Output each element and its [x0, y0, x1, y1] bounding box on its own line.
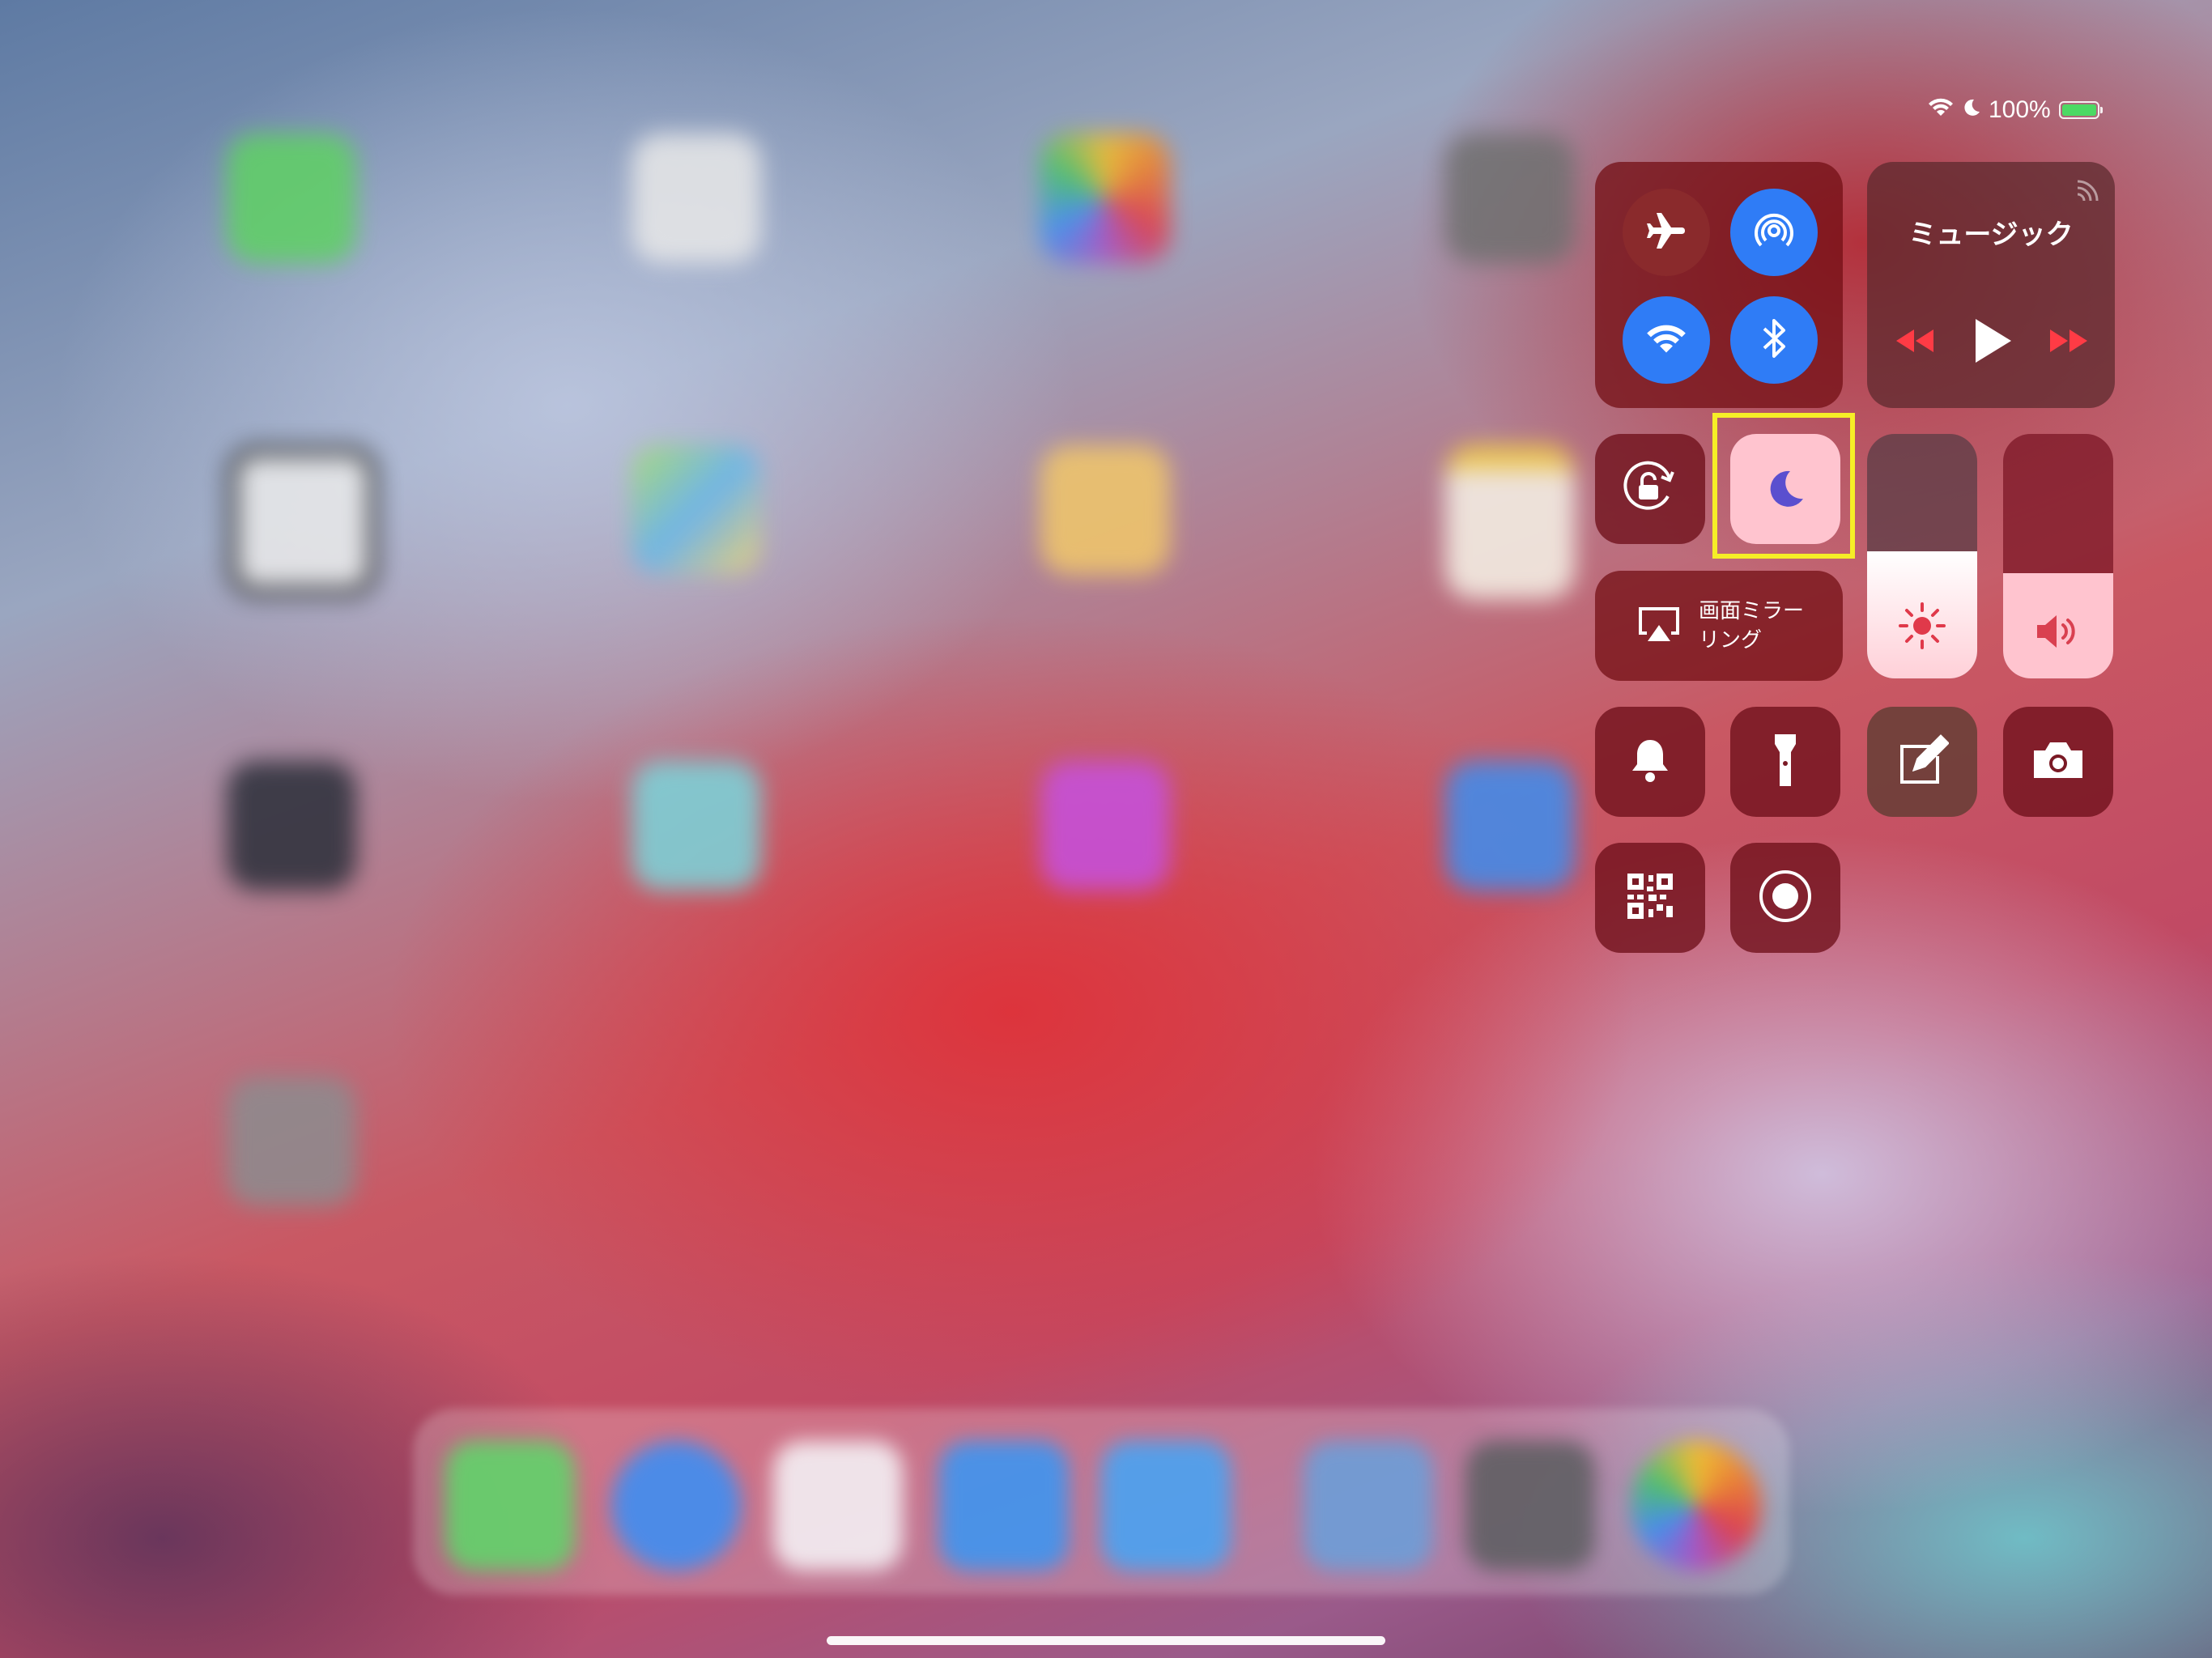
dock-icon-mail	[939, 1441, 1069, 1571]
qr-code-scanner-button[interactable]	[1595, 843, 1705, 953]
screen-recording-button[interactable]	[1730, 843, 1840, 953]
camera-button[interactable]	[2003, 707, 2113, 817]
dock-icon-music	[773, 1441, 903, 1571]
wifi-icon	[1644, 321, 1688, 359]
screen-mirroring-label: 画面ミラー リング	[1699, 597, 1804, 655]
app-icon-stocks	[227, 761, 356, 891]
notes-button[interactable]	[1867, 707, 1977, 817]
flashlight-icon	[1772, 731, 1799, 793]
notes-icon	[1895, 733, 1950, 790]
highlight-box	[1712, 413, 1855, 559]
play-icon[interactable]	[1972, 317, 2013, 368]
dock-icon-files	[1101, 1441, 1231, 1571]
dock-icon-photos	[1631, 1441, 1761, 1571]
dock-icon-messages	[445, 1441, 575, 1571]
screen-record-icon	[1758, 869, 1813, 927]
battery-percent: 100%	[1989, 96, 2051, 123]
app-icon-photos	[1040, 134, 1170, 263]
volume-slider[interactable]	[2003, 434, 2113, 678]
qr-code-icon	[1626, 872, 1674, 924]
app-icon-home	[1040, 445, 1170, 575]
bluetooth-button[interactable]	[1730, 296, 1818, 384]
app-icon-notes	[1445, 445, 1575, 599]
rotation-lock-icon	[1619, 459, 1681, 519]
silent-mode-button[interactable]	[1595, 707, 1705, 817]
app-icon-appstore	[1445, 761, 1575, 891]
battery-icon	[2058, 101, 2103, 119]
dock-icon-settings	[1465, 1441, 1595, 1571]
dock-icon-folder	[1304, 1441, 1433, 1571]
speaker-icon	[2003, 612, 2113, 651]
wifi-button[interactable]	[1623, 296, 1710, 384]
sun-icon	[1867, 601, 1977, 651]
app-icon-maps	[632, 445, 761, 575]
airplane-mode-button[interactable]	[1623, 189, 1710, 276]
airdrop-icon	[1750, 206, 1798, 258]
app-icon-clips	[632, 761, 761, 891]
app-icon-clock	[227, 445, 379, 597]
bluetooth-icon	[1758, 316, 1790, 364]
app-icon-itunes	[1040, 761, 1170, 891]
connectivity-module	[1595, 162, 1843, 408]
flashlight-button[interactable]	[1730, 707, 1840, 817]
wifi-status-icon	[1927, 96, 1955, 124]
airplay-icon[interactable]	[2074, 180, 2099, 207]
music-title: ミュージック	[1908, 219, 2074, 251]
screen-mirroring-label-line1: 画面ミラー	[1699, 599, 1805, 623]
brightness-slider[interactable]	[1867, 434, 1977, 678]
fast-forward-icon[interactable]	[2047, 326, 2091, 359]
app-icon-camera	[1445, 134, 1575, 263]
status-bar: 100%	[1927, 94, 2103, 126]
dnd-status-icon	[1963, 96, 1980, 124]
camera-icon	[2031, 739, 2086, 784]
home-indicator[interactable]	[827, 1636, 1385, 1645]
screen-mirroring-icon	[1636, 606, 1682, 648]
rewind-icon[interactable]	[1893, 326, 1937, 359]
app-icon-settings	[227, 1077, 356, 1206]
app-icon-facetime	[227, 134, 356, 263]
airdrop-button[interactable]	[1730, 189, 1818, 276]
rotation-lock-button[interactable]	[1595, 434, 1705, 544]
airplane-icon	[1644, 209, 1688, 256]
app-icon-files-alt	[632, 134, 761, 263]
bell-icon	[1629, 737, 1671, 787]
screen-mirroring-label-line2: リング	[1699, 628, 1763, 653]
dock-icon-safari	[611, 1441, 741, 1571]
